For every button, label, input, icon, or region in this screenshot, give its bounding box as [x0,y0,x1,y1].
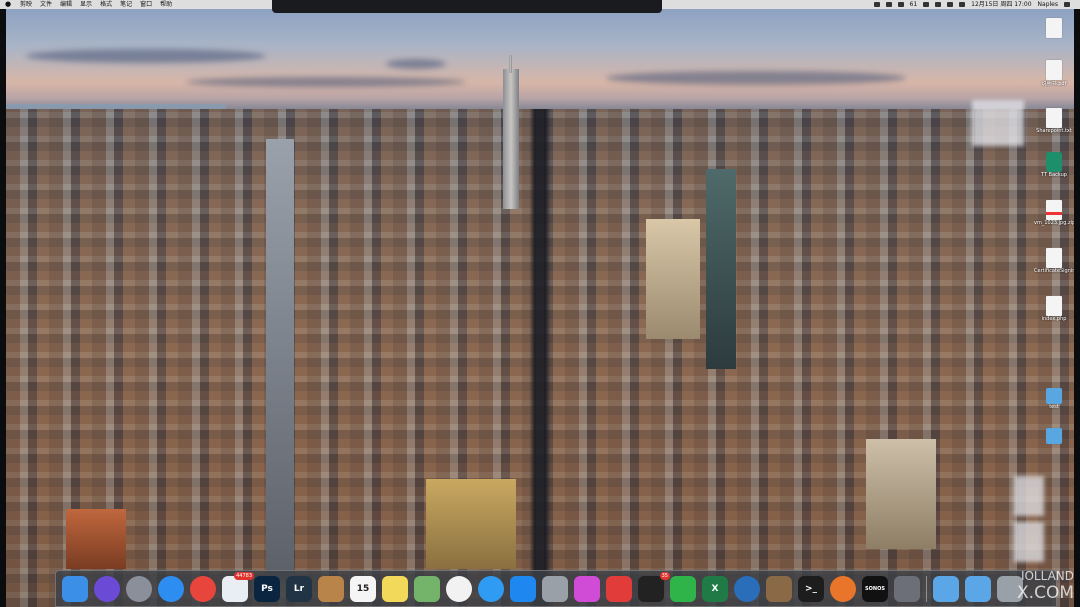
photos-icon[interactable] [446,575,472,602]
status-icon[interactable] [885,2,892,7]
notification-badge: 35 [659,571,670,580]
file-icon [1046,108,1062,128]
wallpaper-sky [6,9,1074,114]
menu-item[interactable]: 剪映 [16,0,36,9]
petal-icon[interactable] [574,575,600,602]
desktop-icon[interactable] [1034,18,1074,38]
menu-item[interactable]: 窗口 [136,0,156,9]
battery-icon[interactable] [947,2,954,7]
dock: 44783 Ps Lr 15 35 X >_ SONOS [55,570,1057,607]
desktop-icon-label: index.php [1041,316,1067,322]
desktop-wallpaper [6,9,1074,607]
desktop-icon[interactable]: Sharepoint.txt [1034,108,1074,134]
desktop-icon-label: 说明书.pdf [1041,81,1067,87]
file-icon [1046,60,1062,80]
watermark-line2: X.COM [1017,583,1074,603]
desktop-icon-label: Sharepoint.txt [1036,128,1072,134]
menu-item[interactable]: 显示 [76,0,96,9]
desktop-icon[interactable]: 说明书.pdf [1034,60,1074,87]
preview-icon[interactable] [766,575,792,602]
folder-apps-icon[interactable] [965,575,991,602]
file-icon [1046,428,1062,444]
launchpad-icon[interactable] [126,575,152,602]
chrome-icon[interactable] [190,575,216,602]
watermark-line1: IOLLAND [1020,569,1074,583]
menu-item[interactable]: 格式 [96,0,116,9]
system-preferences-icon[interactable] [542,575,568,602]
search-icon[interactable] [959,2,966,7]
empire-state-building [503,69,519,209]
user-name[interactable]: Naples [1038,0,1058,9]
automator-icon[interactable] [894,575,920,602]
desktop-icon-label: CertificateSigningRequest...Request [1034,268,1074,274]
folder-downloads-icon[interactable] [933,575,959,602]
menu-clock[interactable]: 12月15日 周四 17:00 [971,0,1031,9]
volume-icon[interactable] [935,2,942,7]
file-icon [1046,200,1062,220]
notebook-icon[interactable] [318,575,344,602]
desktop-icon[interactable]: index.php [1034,296,1074,322]
terminal-icon[interactable]: >_ [798,575,824,602]
messages-icon[interactable] [478,575,504,602]
firefox-icon[interactable] [830,575,856,602]
notification-badge: 44783 [234,571,254,580]
desktop-icon[interactable]: test [1034,388,1074,410]
blurred-icon [1014,522,1044,562]
file-icon [1046,296,1062,316]
camera-notch [272,0,662,13]
qq-icon[interactable]: 35 [638,571,670,602]
status-icon[interactable] [873,2,880,7]
safari-icon[interactable] [158,575,184,602]
wechat-icon[interactable] [670,575,696,602]
desktop-icon-label: TT Backup [1041,172,1067,178]
status-icon[interactable] [897,2,904,7]
quicktime-icon[interactable] [734,575,760,602]
desktop-icon[interactable] [1034,428,1074,444]
menu-bar: ● 剪映 文件 编辑 显示 格式 笔记 窗口 帮助 61 12月15日 周四 1… [0,0,1080,13]
maps-icon[interactable] [414,575,440,602]
lightroom-icon[interactable]: Lr [286,575,312,602]
notes-icon[interactable] [382,575,408,602]
app-store-icon[interactable] [510,575,536,602]
photoshop-icon[interactable]: Ps [254,575,280,602]
desktop-icon-label: vm_1023.jpg.zip [1034,220,1074,226]
menu-item[interactable]: 帮助 [156,0,176,9]
status-area: 61 12月15日 周四 17:00 Naples [873,0,1080,9]
blurred-icon [1014,476,1044,516]
file-icon [1046,18,1062,38]
excel-icon[interactable]: X [702,575,728,602]
desktop-icon[interactable]: CertificateSigningRequest...Request [1034,248,1074,274]
file-icon [1046,152,1062,172]
desktop-icon[interactable]: vm_1023.jpg.zip [1034,200,1074,226]
netease-icon[interactable] [606,575,632,602]
wifi-icon[interactable] [923,2,930,7]
calendar-icon[interactable]: 15 [350,575,376,602]
sonos-icon[interactable]: SONOS [862,575,888,602]
city-skyline [6,109,1074,607]
file-icon [1046,388,1062,404]
menu-item[interactable]: 文件 [36,0,56,9]
siri-icon[interactable] [94,575,120,602]
desktop-icon-label: test [1049,404,1059,410]
desktop-icon[interactable]: TT Backup [1034,152,1074,178]
watermark: IOLLAND X.COM [1017,569,1074,603]
menu-item[interactable]: 编辑 [56,0,76,9]
file-icon [1046,248,1062,268]
control-center-icon[interactable] [1064,2,1070,7]
blurred-icon [972,100,1024,146]
status-badge-count: 61 [909,1,918,8]
apple-menu-icon[interactable]: ● [0,0,16,9]
mail-icon[interactable]: 44783 [222,571,254,602]
dock-separator [926,575,927,602]
menu-item[interactable]: 笔记 [116,0,136,9]
finder-icon[interactable] [62,575,88,602]
